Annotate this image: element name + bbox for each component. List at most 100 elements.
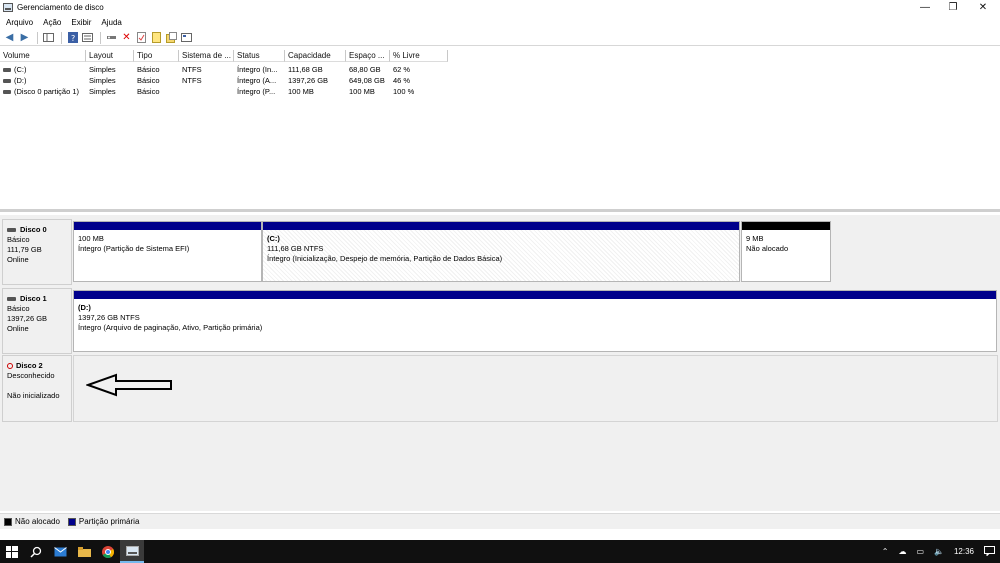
properties-icon[interactable] (81, 31, 94, 44)
menu-bar: Arquivo Ação Exibir Ajuda (0, 16, 132, 29)
partition-size: 1397,26 GB NTFS (78, 313, 140, 322)
disk-type: Básico (7, 304, 30, 313)
taskbar: ⌃ ☁ ▭ 🔈 12:36 (0, 540, 1000, 563)
row-status: Íntegro (P... (237, 87, 276, 96)
disk-0-label[interactable]: Disco 0 Básico 111,79 GB Online (2, 219, 72, 285)
row-tipo: Básico (137, 76, 160, 85)
back-icon[interactable]: ◀ (3, 31, 16, 44)
disk-size (7, 381, 67, 391)
partition-c[interactable]: (C:) 111,68 GB NTFS Íntegro (Inicializaç… (262, 221, 740, 282)
svg-text:?: ? (71, 34, 75, 43)
system-tray: ⌃ ☁ ▭ 🔈 12:36 (877, 540, 1000, 563)
column-header-livre[interactable]: % Livre (390, 50, 448, 62)
column-header-capacidade[interactable]: Capacidade (285, 50, 346, 62)
disk-size: 111,79 GB (7, 245, 42, 254)
partition-status: Íntegro (Partição de Sistema EFI) (78, 244, 190, 253)
disk-status: Não inicializado (7, 391, 60, 400)
partition-efi[interactable]: 100 MB Íntegro (Partição de Sistema EFI) (73, 221, 262, 282)
row-volume-cell: (D:) (0, 75, 86, 86)
row-volume-label: (D:) (14, 76, 27, 85)
volume-icon (3, 79, 11, 84)
cloud-icon[interactable]: ☁ (898, 547, 906, 556)
column-header-layout[interactable]: Layout (86, 50, 134, 62)
notifications-icon[interactable] (984, 545, 995, 558)
partition-title: (C:) (267, 234, 280, 243)
row-capacidade: 100 MB (288, 87, 314, 96)
menu-arquivo[interactable]: Arquivo (6, 18, 33, 27)
legend-label-unallocated: Não alocado (15, 517, 60, 526)
disk-status: Online (7, 255, 29, 264)
more-icon[interactable] (180, 31, 193, 44)
partition-d[interactable]: (D:) 1397,26 GB NTFS Íntegro (Arquivo de… (73, 290, 997, 352)
help-icon[interactable]: ? (66, 31, 79, 44)
disk-2-label[interactable]: Disco 2 Desconhecido Não inicializado (2, 355, 72, 422)
partition-bar (742, 222, 830, 230)
toolbar-separator (100, 31, 101, 44)
partition-bar (74, 291, 996, 299)
window-title: Gerenciamento de disco (17, 3, 104, 12)
disk-name: Disco 2 (16, 361, 43, 370)
column-header-volume[interactable]: Volume (0, 50, 86, 62)
legend-swatch-unallocated (4, 517, 12, 526)
network-icon[interactable]: ▭ (916, 547, 924, 556)
disk-1-label[interactable]: Disco 1 Básico 1397,26 GB Online (2, 288, 72, 354)
search-icon[interactable] (24, 540, 48, 563)
menu-acao[interactable]: Ação (43, 18, 61, 27)
partition-bar (74, 222, 261, 230)
column-header-sistema[interactable]: Sistema de ... (179, 50, 234, 62)
partition-status: Íntegro (Inicialização, Despejo de memór… (267, 254, 503, 263)
chrome-icon[interactable] (96, 540, 120, 563)
partition-status: Íntegro (Arquivo de paginação, Ativo, Pa… (78, 323, 263, 332)
disk-type: Desconhecido (7, 371, 55, 380)
legend-swatch-primary (67, 517, 76, 526)
partition-size: 9 MB (746, 234, 764, 243)
row-sistema: NTFS (182, 65, 202, 74)
row-sistema (179, 86, 234, 97)
row-espaco: 649,08 GB (349, 76, 385, 85)
mail-icon[interactable] (48, 540, 72, 563)
row-capacidade: 111,68 GB (288, 65, 323, 74)
connect-icon[interactable] (105, 31, 118, 44)
delete-icon[interactable]: ✕ (120, 31, 133, 44)
console-tree-icon[interactable] (42, 31, 55, 44)
partition-unallocated[interactable]: 9 MB Não alocado (741, 221, 831, 282)
format-icon[interactable] (165, 31, 178, 44)
partition-bar (263, 222, 739, 230)
toolbar: ◀ ▶ ? ✕ (0, 30, 1000, 46)
row-volume-cell: (Disco 0 partição 1) (0, 86, 86, 97)
partition-title: (D:) (78, 303, 91, 312)
row-volume-cell: (C:) (0, 64, 86, 75)
volume-list: Volume Layout Tipo Sistema de ... Status… (0, 50, 1000, 212)
row-status: Íntegro (In... (237, 65, 278, 74)
menu-exibir[interactable]: Exibir (71, 18, 91, 27)
minimize-button[interactable]: — (910, 0, 940, 15)
disk-management-taskbar-icon[interactable] (120, 540, 144, 563)
row-livre: 100 % (393, 87, 415, 96)
disk-status: Online (7, 324, 29, 333)
row-layout: Simples (89, 76, 116, 85)
chevron-up-icon[interactable]: ⌃ (882, 547, 889, 556)
menu-ajuda[interactable]: Ajuda (101, 18, 121, 27)
disk-2-space[interactable] (73, 355, 998, 422)
not-initialized-icon (7, 363, 13, 369)
disk-size: 1397,26 GB (7, 314, 48, 323)
volume-icon[interactable]: 🔈 (934, 547, 944, 556)
file-explorer-icon[interactable] (72, 540, 96, 563)
restore-button[interactable]: ❐ (938, 0, 968, 15)
new-volume-icon[interactable] (150, 31, 163, 44)
toolbar-separator (61, 31, 62, 44)
column-header-status[interactable]: Status (234, 50, 285, 62)
forward-icon[interactable]: ▶ (18, 31, 31, 44)
partition-size: 100 MB (78, 234, 104, 243)
clock[interactable]: 12:36 (954, 547, 974, 556)
start-windows-icon[interactable] (0, 540, 24, 563)
column-header-espaco[interactable]: Espaço ... (346, 50, 390, 62)
row-sistema: NTFS (182, 76, 202, 85)
row-status: Íntegro (A... (237, 76, 277, 85)
check-icon[interactable] (135, 31, 148, 44)
legend-label-primary: Partição primária (78, 517, 140, 526)
row-capacidade: 1397,26 GB (288, 76, 329, 85)
column-header-tipo[interactable]: Tipo (134, 50, 179, 62)
close-button[interactable]: ✕ (968, 0, 998, 15)
disk-icon (7, 228, 16, 232)
